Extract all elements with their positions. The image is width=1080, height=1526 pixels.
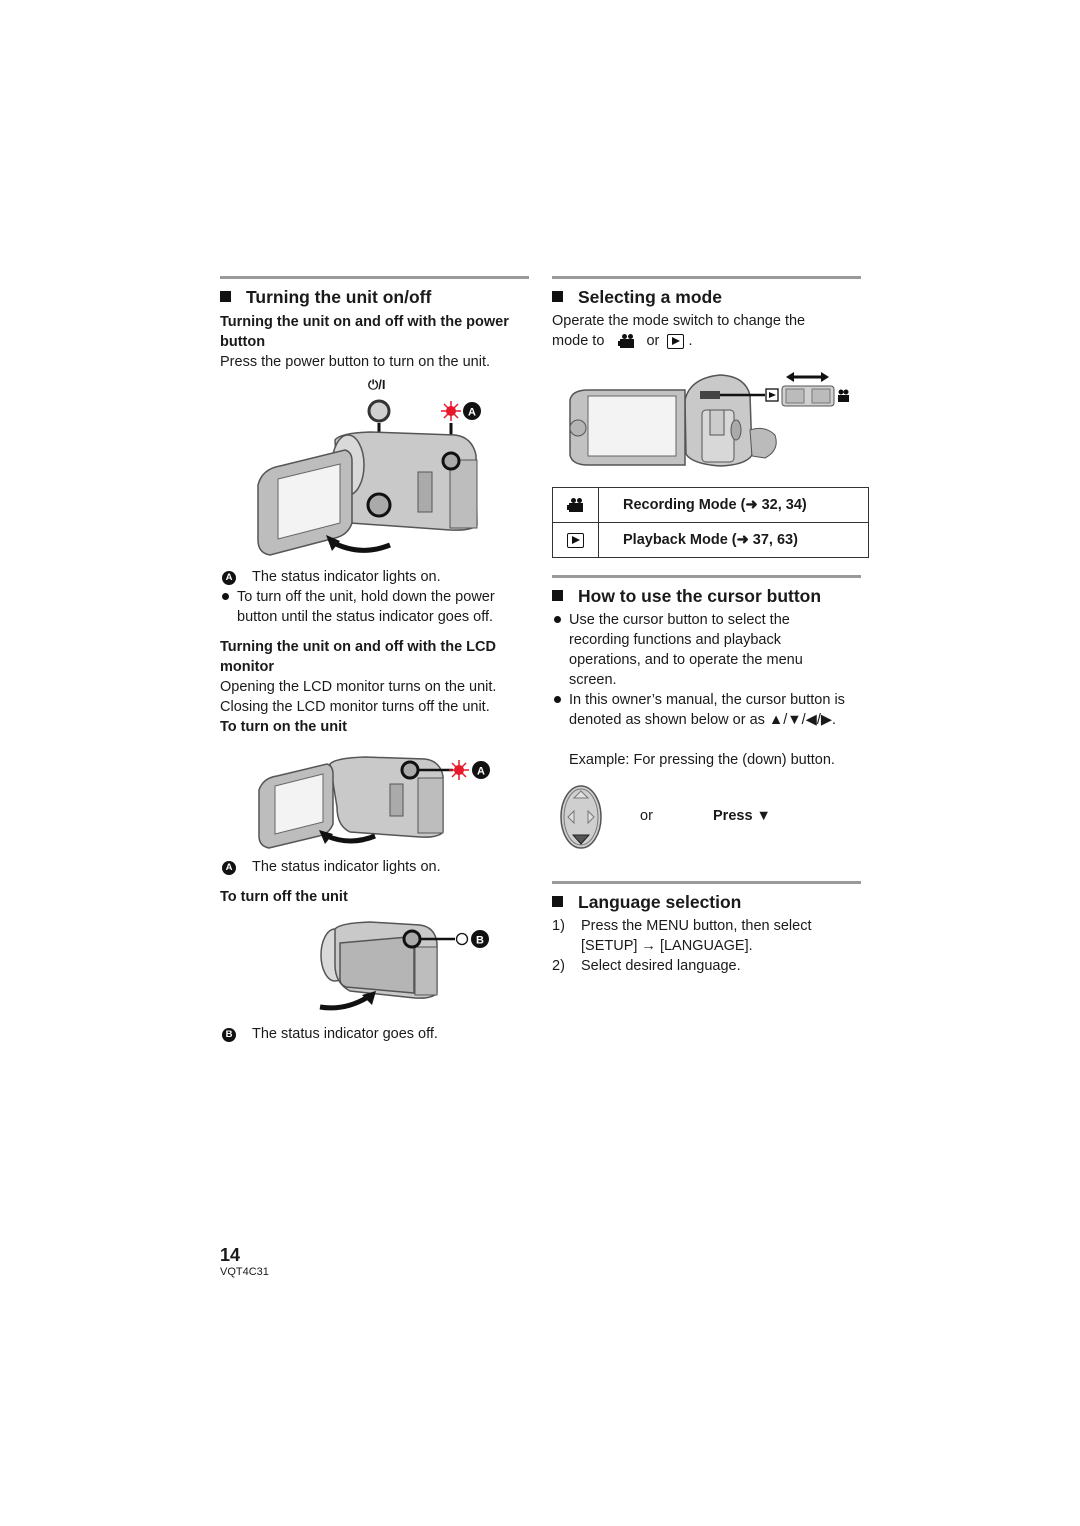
mode-switch-icon: [700, 391, 720, 399]
language-step-1: 1) Press the MENU button, then select [SE…: [552, 916, 871, 956]
lcd-open-text: Opening the LCD monitor turns on the uni…: [220, 679, 497, 695]
section-rule: [552, 276, 861, 279]
square-bullet-icon: [220, 291, 231, 302]
document-code: VQT4C31: [220, 1266, 269, 1278]
subheading-turn-off: To turn off the unit: [220, 889, 348, 905]
mode-text: mode to: [552, 333, 605, 349]
section-title-text: Selecting a mode: [578, 287, 722, 307]
svg-text:A: A: [468, 407, 476, 419]
subheading-lcd-monitor: Turning the unit on and off with the LCD…: [220, 639, 496, 675]
mode-table: Recording Mode (➜ 32, 34) Playback Mode …: [552, 487, 869, 558]
period-text: .: [688, 333, 693, 349]
marker-a-icon: A: [222, 571, 236, 585]
bullet-dot-icon: [554, 696, 561, 703]
bullet-text: Use the cursor button to select the reco…: [569, 612, 803, 688]
legend-text: The status indicator lights on.: [252, 859, 441, 875]
section-rule: [552, 881, 861, 884]
bullet-text: To turn off the unit, hold down the powe…: [237, 589, 495, 625]
bullet-text: In this owner’s manual, the cursor butto…: [569, 692, 845, 728]
step-text: Press the MENU button, then select [SETU…: [581, 918, 812, 954]
section-title-cursor-button: How to use the cursor button: [552, 586, 821, 607]
svg-text:A: A: [477, 766, 485, 778]
status-indicator-on-icon: [441, 401, 461, 421]
power-button-instruction: Press the power button to turn on the un…: [220, 354, 491, 370]
svg-text:B: B: [476, 935, 484, 947]
camera-illustration-turn-on: A: [258, 756, 490, 849]
page-number: 14: [220, 1245, 241, 1265]
section-rule: [552, 575, 861, 578]
playback-icon: [567, 532, 584, 548]
section-title-selecting-mode: Selecting a mode: [552, 287, 722, 308]
status-indicator-off-icon: [455, 932, 469, 946]
movie-camera-icon: [838, 389, 849, 402]
power-button-icon: [367, 399, 391, 423]
square-bullet-icon: [552, 291, 563, 302]
press-down-label: Press ▼: [713, 808, 771, 824]
subheading-turn-on: To turn on the unit: [220, 719, 347, 735]
section-title-text: How to use the cursor button: [578, 586, 822, 606]
legend-a-status-on: A The status indicator lights on.: [222, 567, 441, 587]
legend-text: The status indicator goes off.: [252, 1026, 438, 1042]
status-indicator-on-icon: [449, 760, 469, 780]
playback-mode-label: Playback Mode (➜ 37, 63): [598, 522, 869, 558]
cursor-button-icon: [560, 785, 602, 849]
bullet-turn-off: To turn off the unit, hold down the powe…: [222, 587, 537, 627]
bullet-dot-icon: [554, 616, 561, 623]
cursor-example: Example: For pressing the (down) button.: [569, 752, 835, 768]
movie-camera-icon: [566, 498, 585, 513]
camera-illustration-mode-switch: [569, 372, 849, 467]
table-row: Recording Mode (➜ 32, 34): [552, 487, 869, 523]
lcd-close-text: Closing the LCD monitor turns off the un…: [220, 699, 490, 715]
bullet-dot-icon: [222, 593, 229, 600]
marker-b-icon: B: [222, 1028, 236, 1042]
playback-icon: [667, 333, 685, 349]
mode-icon-cell: [552, 487, 599, 523]
cursor-bullet-1: Use the cursor button to select the reco…: [554, 610, 844, 690]
movie-camera-icon: [618, 334, 636, 349]
legend-a-status-on-2: A The status indicator lights on.: [222, 857, 441, 877]
language-step-2: 2) Select desired language.: [552, 956, 871, 976]
marker-a-icon: A: [222, 861, 236, 875]
camera-illustration-power: A: [257, 399, 481, 556]
square-bullet-icon: [552, 896, 563, 907]
legend-b-status-off: B The status indicator goes off.: [222, 1024, 438, 1044]
step-number: 2): [552, 958, 565, 974]
cursor-bullet-2: In this owner’s manual, the cursor butto…: [554, 690, 869, 730]
step-text: Select desired language.: [581, 958, 741, 974]
table-row: Playback Mode (➜ 37, 63): [552, 522, 869, 558]
section-title-text: Turning the unit on/off: [246, 287, 432, 307]
mode-instruction-line1: Operate the mode switch to change the: [552, 313, 806, 329]
power-symbol-label: ⏻/I: [368, 377, 386, 392]
section-title-text: Language selection: [578, 892, 742, 912]
section-rule: [220, 276, 529, 279]
subheading-power-button: Turning the unit on and off with the pow…: [220, 314, 509, 350]
square-bullet-icon: [552, 590, 563, 601]
section-title-turning-on-off: Turning the unit on/off: [220, 287, 431, 308]
recording-mode-label: Recording Mode (➜ 32, 34): [598, 487, 869, 523]
legend-text: The status indicator lights on.: [252, 569, 441, 585]
mode-icon-cell: [552, 522, 599, 558]
mode-instruction-line2: mode to or .: [552, 331, 692, 351]
step-number: 1): [552, 918, 565, 934]
or-label: or: [640, 808, 653, 824]
or-text: or: [646, 333, 660, 349]
camera-illustration-turn-off: B: [319, 921, 489, 1011]
section-title-language: Language selection: [552, 892, 741, 913]
